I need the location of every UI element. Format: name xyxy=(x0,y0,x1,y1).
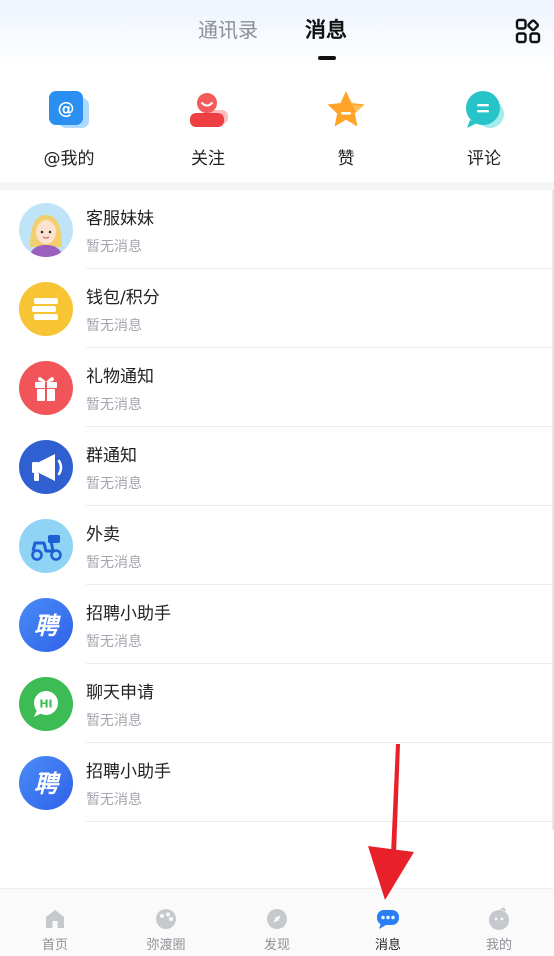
quick-action-label: 关注 xyxy=(191,149,225,169)
list-item-title: 客服妹妹 xyxy=(86,209,154,229)
nav-item-messages[interactable]: 消息 xyxy=(333,889,443,956)
recruit-badge-text: 聘 xyxy=(34,770,61,798)
nav-label: 消息 xyxy=(374,938,401,953)
scooter-icon xyxy=(19,519,73,573)
grid-menu-icon[interactable] xyxy=(515,18,541,44)
home-icon xyxy=(43,907,67,931)
nav-item-profile[interactable]: 我的 xyxy=(444,889,554,956)
list-item-subtitle: 暂无消息 xyxy=(86,318,142,334)
nav-item-home[interactable]: 首页 xyxy=(0,889,110,956)
nav-label: 弥渡圈 xyxy=(146,938,186,953)
tab-contacts[interactable]: 通讯录 xyxy=(198,17,258,43)
circle-community-icon xyxy=(154,907,178,931)
comment-bubble-icon xyxy=(462,88,506,132)
list-item-recruit-assistant-2[interactable]: 聘 招聘小助手 暂无消息 xyxy=(0,743,554,822)
active-tab-indicator xyxy=(318,56,336,60)
tab-messages[interactable]: 消息 xyxy=(305,17,347,43)
gift-icon xyxy=(19,361,73,415)
svg-text:@: @ xyxy=(58,99,75,119)
row-divider xyxy=(86,821,554,822)
discover-icon xyxy=(265,907,289,931)
list-item-gift[interactable]: 礼物通知 暂无消息 xyxy=(0,348,554,427)
list-item-title: 招聘小助手 xyxy=(86,604,171,624)
list-item-subtitle: 暂无消息 xyxy=(86,713,142,729)
at-mention-icon: @ xyxy=(47,88,91,132)
recruit-icon: 聘 xyxy=(19,756,73,810)
list-item-subtitle: 暂无消息 xyxy=(86,634,142,650)
bottom-navigation: 首页 弥渡圈 发现 消息 我的 xyxy=(0,888,554,956)
megaphone-icon xyxy=(19,440,73,494)
quick-action-comments[interactable]: 评论 xyxy=(434,80,534,180)
list-item-takeout[interactable]: 外卖 暂无消息 xyxy=(0,506,554,585)
follow-person-icon xyxy=(186,88,230,132)
star-like-icon xyxy=(324,88,368,132)
list-item-title: 钱包/积分 xyxy=(86,288,160,308)
recruit-badge-text: 聘 xyxy=(34,612,61,640)
quick-action-mentions[interactable]: @ @我的 xyxy=(19,80,119,180)
quick-action-label: @我的 xyxy=(43,149,95,169)
chat-hi-icon: HI xyxy=(19,677,73,731)
nav-label: 发现 xyxy=(263,938,290,953)
list-item-subtitle: 暂无消息 xyxy=(86,555,142,571)
message-list: 客服妹妹 暂无消息 钱包/积分 暂无消息 礼物通知 暂无消息 群通知 暂无消息 … xyxy=(0,190,554,822)
quick-action-follow[interactable]: 关注 xyxy=(158,80,258,180)
list-item-recruit-assistant[interactable]: 聘 招聘小助手 暂无消息 xyxy=(0,585,554,664)
customer-service-avatar-icon xyxy=(19,203,73,257)
list-item-title: 外卖 xyxy=(86,525,120,545)
nav-item-circle[interactable]: 弥渡圈 xyxy=(111,889,221,956)
quick-action-likes[interactable]: 赞 xyxy=(296,80,396,180)
nav-label: 我的 xyxy=(485,938,512,953)
quick-action-label: 赞 xyxy=(337,149,355,169)
chat-hi-text: HI xyxy=(39,698,52,711)
list-item-title: 群通知 xyxy=(86,446,137,466)
list-item-title: 聊天申请 xyxy=(86,683,154,703)
message-icon xyxy=(376,907,400,931)
wallet-icon xyxy=(19,282,73,336)
list-item-customer-service[interactable]: 客服妹妹 暂无消息 xyxy=(0,190,554,269)
recruit-icon: 聘 xyxy=(19,598,73,652)
list-item-group-notice[interactable]: 群通知 暂无消息 xyxy=(0,427,554,506)
list-item-subtitle: 暂无消息 xyxy=(86,476,142,492)
profile-icon xyxy=(487,907,511,931)
top-header: 通讯录 消息 xyxy=(0,0,554,66)
list-item-subtitle: 暂无消息 xyxy=(86,792,142,808)
nav-item-discover[interactable]: 发现 xyxy=(222,889,332,956)
list-item-wallet[interactable]: 钱包/积分 暂无消息 xyxy=(0,269,554,348)
list-item-title: 礼物通知 xyxy=(86,367,154,387)
quick-actions-row: @ @我的 关注 赞 评论 xyxy=(0,80,554,180)
list-item-subtitle: 暂无消息 xyxy=(86,397,142,413)
list-item-subtitle: 暂无消息 xyxy=(86,239,142,255)
list-item-chat-request[interactable]: HI 聊天申请 暂无消息 xyxy=(0,664,554,743)
list-item-title: 招聘小助手 xyxy=(86,762,171,782)
section-divider xyxy=(0,182,554,190)
nav-label: 首页 xyxy=(41,938,68,953)
quick-action-label: 评论 xyxy=(467,149,501,169)
